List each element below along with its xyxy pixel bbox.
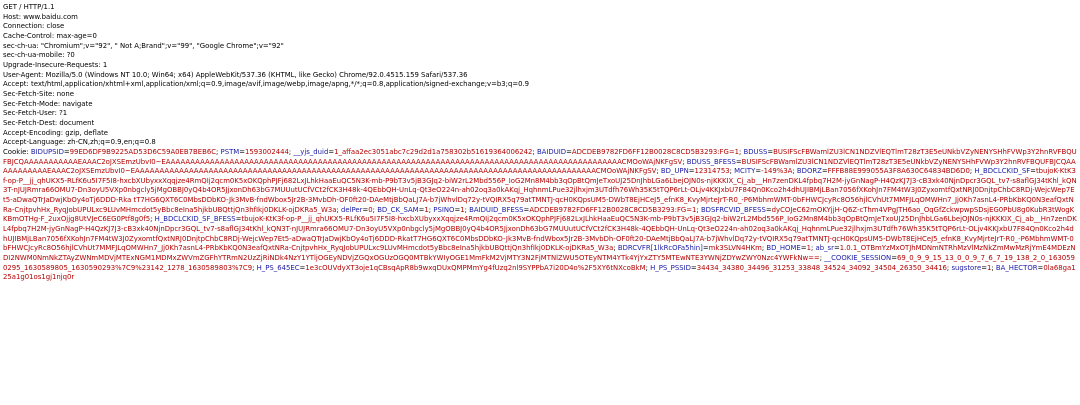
cookie-pair: PSTM=1593002444; [221, 148, 294, 156]
cookie-name: BDUSS_BFESS [686, 157, 736, 166]
cookie-pair: PSINO=1; [433, 206, 469, 214]
request-header-lines: GET / HTTP/1.1 Host: www.baidu.com Conne… [3, 3, 1077, 148]
header-accept: Accept: text/html,application/xhtml+xml,… [3, 80, 530, 89]
cookie-name: BDUSS [743, 147, 768, 156]
cookie-label: Cookie: [3, 147, 31, 156]
cookie-pair: H_PS_PSSID=34434_34380_34496_31253_33848… [650, 264, 951, 272]
header-accept-encoding: Accept-Encoding: gzip, deflate [3, 128, 109, 137]
cookie-pair: BIDUPSID=99ED6DF9B9225AD53D6C59A0EB7BEB6… [31, 148, 221, 156]
cookie-header: Cookie: BIDUPSID=99ED6DF9B9225AD53D6C59A… [3, 148, 1077, 283]
cookie-pair: MCITY=-149%3A; [734, 167, 797, 175]
cookie-value: 99ED6DF9B9225AD53D6C59A0EB7BEB6C [69, 147, 217, 156]
cookie-name: BD_CK_SAM [377, 205, 419, 214]
header-cache-control: Cache-Control: max-age=0 [3, 31, 97, 40]
cookie-pair: sugstore=1; [951, 264, 995, 272]
cookie-pair: __yjs_duid=1_affaa2ec3051abc7c29d2d1a758… [293, 148, 537, 156]
cookie-name: BAIDUID [536, 147, 567, 156]
cookie-value: 1e3cOUVdyXT3oje1qCBsqApR8b9wxqDUxQMPMmYg… [305, 263, 646, 272]
cookie-pair: BAIDUID_BFESS=ADCDEB9782FD6FF12B0028C8CD… [469, 206, 701, 214]
cookie-name: BIDUPSID [30, 147, 64, 156]
cookie-name: PSTM [220, 147, 240, 156]
cookie-name: H_PS_PSSID [650, 263, 691, 272]
header-accept-language: Accept-Language: zh-CN,zh;q=0.9,en;q=0.8 [3, 138, 156, 147]
cookie-name: BA_HECTOR [995, 263, 1038, 272]
cookie-pair: BD_CK_SAM=1; [377, 206, 433, 214]
cookie-name: ab_sr [815, 244, 834, 253]
cookie-name: BDORZ [796, 167, 822, 176]
cookie-pair: BD_HOME=1; [766, 244, 815, 252]
header-sec-ch-ua: sec-ch-ua: "Chromium";v="92", " Not A;Br… [3, 41, 284, 50]
cookie-pair: BDRCVFR[1lkRcOFa5hin]=mk3SLVN4HKm; [618, 244, 767, 252]
header-connection: Connection: close [3, 22, 65, 31]
cookie-value: ADCDEB9782FD6FF12B0028C8CD5B3293:FG=1 [529, 205, 697, 214]
header-host: Host: www.baidu.com [3, 12, 78, 21]
cookie-name: delPer [340, 205, 363, 214]
cookie-value: FFFB88E999055A3F8A630C64834BD6D0 [827, 167, 970, 176]
cookie-name: BD_UPN [660, 167, 689, 176]
header-user-agent: User-Agent: Mozilla/5.0 (Windows NT 10.0… [3, 70, 468, 79]
header-sec-fetch-site: Sec-Fetch-Site: none [3, 89, 74, 98]
cookie-value: -149%3A [761, 167, 793, 176]
request-line: GET / HTTP/1.1 [3, 3, 55, 11]
cookie-name: __COOKIE_SESSION [824, 254, 892, 263]
cookie-name: H_BDCLCKID_SF [974, 167, 1031, 176]
cookie-name: H_PS_645EC [256, 263, 300, 272]
cookie-value: 1_affaa2ec3051abc7c29d2d1a758302b5161936… [334, 147, 533, 156]
raw-http-request-viewer: GET / HTTP/1.1 Host: www.baidu.com Conne… [0, 0, 1080, 405]
header-sec-fetch-user: Sec-Fetch-User: ?1 [3, 109, 68, 118]
cookie-name: sugstore [951, 263, 982, 272]
cookie-name: BD_HOME [766, 244, 801, 253]
cookie-value: 34434_34380_34496_31253_33848_34524_3409… [696, 263, 947, 272]
cookie-name: __yjs_duid [293, 147, 329, 156]
cookie-name: PSINO [433, 205, 455, 214]
cookie-name: BAIDUID_BFESS [469, 205, 524, 214]
cookie-name: MCITY [734, 167, 756, 176]
cookie-value: mk3SLVN4HKm [708, 244, 762, 253]
cookie-value: 1593002444 [245, 147, 289, 156]
cookie-pair: delPer=0; [341, 206, 377, 214]
cookie-pair: BDORZ=FFFB88E999055A3F8A630C64834BD6D0; [797, 167, 974, 175]
header-sec-fetch-mode: Sec-Fetch-Mode: navigate [3, 99, 93, 108]
cookie-pair: H_PS_645EC=1e3cOUVdyXT3oje1qCBsqApR8b9wx… [257, 264, 650, 272]
cookie-pair: BAIDUID=ADCDEB9782FD6FF12B0028C8CD5B3293… [537, 148, 744, 156]
cookie-pair: BD_UPN=12314753; [661, 167, 734, 175]
cookie-value: ADCDEB9782FD6FF12B0028C8CD5B3293:FG=1 [571, 147, 739, 156]
cookie-name: H_BDCLCKID_SF_BFESS [154, 215, 236, 224]
cookie-name: BDSFRCVID_BFESS [700, 205, 766, 214]
header-sec-fetch-dest: Sec-Fetch-Dest: document [3, 118, 95, 127]
header-sec-ch-ua-mobile: sec-ch-ua-mobile: ?0 [3, 51, 75, 60]
cookie-name: BDRCVFR[1lkRcOFa5hin] [617, 244, 703, 253]
header-upgrade-insecure-requests: Upgrade-Insecure-Requests: 1 [3, 60, 108, 69]
cookie-value: 12314753 [694, 167, 730, 176]
